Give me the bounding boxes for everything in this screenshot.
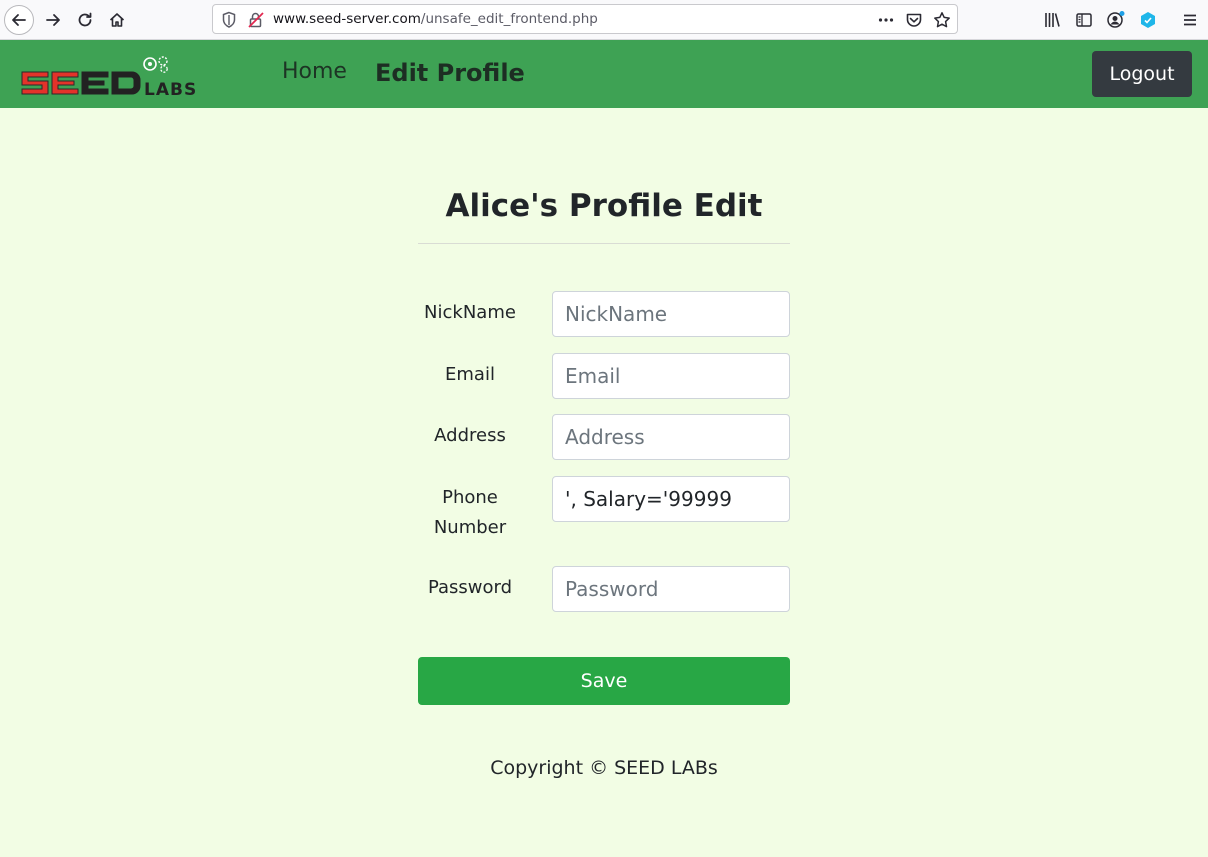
forward-button[interactable] — [38, 5, 68, 35]
reload-icon — [78, 12, 92, 27]
reload-button[interactable] — [70, 5, 100, 35]
nickname-input[interactable] — [552, 291, 790, 337]
phone-number-label: Phone Number — [433, 487, 507, 538]
email-input[interactable] — [552, 353, 790, 399]
footer-copyright: Copyright © SEED LABs — [490, 757, 718, 779]
email-label: Email — [445, 364, 495, 385]
library-icon[interactable] — [1042, 10, 1062, 30]
phone-number-input[interactable] — [552, 476, 790, 522]
back-icon — [12, 14, 26, 26]
title-divider — [418, 243, 790, 244]
account-icon[interactable] — [1106, 10, 1126, 30]
sidebar-icon[interactable] — [1074, 10, 1094, 30]
address-input[interactable] — [552, 414, 790, 460]
star-icon[interactable] — [933, 11, 951, 33]
address-label: Address — [434, 425, 506, 446]
pocket-icon[interactable] — [905, 11, 923, 33]
forward-icon — [46, 14, 60, 26]
site-navbar: LABS Home Edit Profile Logout — [0, 40, 1208, 108]
home-icon — [109, 13, 125, 27]
menu-icon[interactable] — [1180, 10, 1200, 30]
more-icon[interactable] — [877, 11, 895, 33]
insecure-lock-icon[interactable] — [247, 11, 265, 33]
nickname-label: NickName — [424, 302, 516, 323]
back-button[interactable] — [4, 5, 34, 35]
url-bar[interactable]: www.seed-server.com/unsafe_edit_frontend… — [212, 4, 958, 34]
password-input[interactable] — [552, 566, 790, 612]
extension-icon[interactable] — [1138, 10, 1158, 30]
browser-toolbar: www.seed-server.com/unsafe_edit_frontend… — [0, 0, 1208, 40]
password-label: Password — [427, 577, 513, 598]
url-text: www.seed-server.com/unsafe_edit_frontend… — [273, 11, 598, 27]
page-title: Alice's Profile Edit — [445, 188, 763, 224]
home-button[interactable] — [102, 5, 132, 35]
save-button[interactable]: Save — [418, 657, 790, 705]
gear-icon — [143, 56, 168, 73]
svg-text:LABS: LABS — [144, 80, 197, 96]
logout-button[interactable]: Logout — [1092, 51, 1192, 97]
nav-edit-profile[interactable]: Edit Profile — [375, 59, 525, 87]
seed-labs-logo[interactable]: LABS — [20, 54, 216, 100]
nav-home-link[interactable]: Home — [282, 59, 347, 84]
shield-icon[interactable] — [221, 11, 237, 33]
